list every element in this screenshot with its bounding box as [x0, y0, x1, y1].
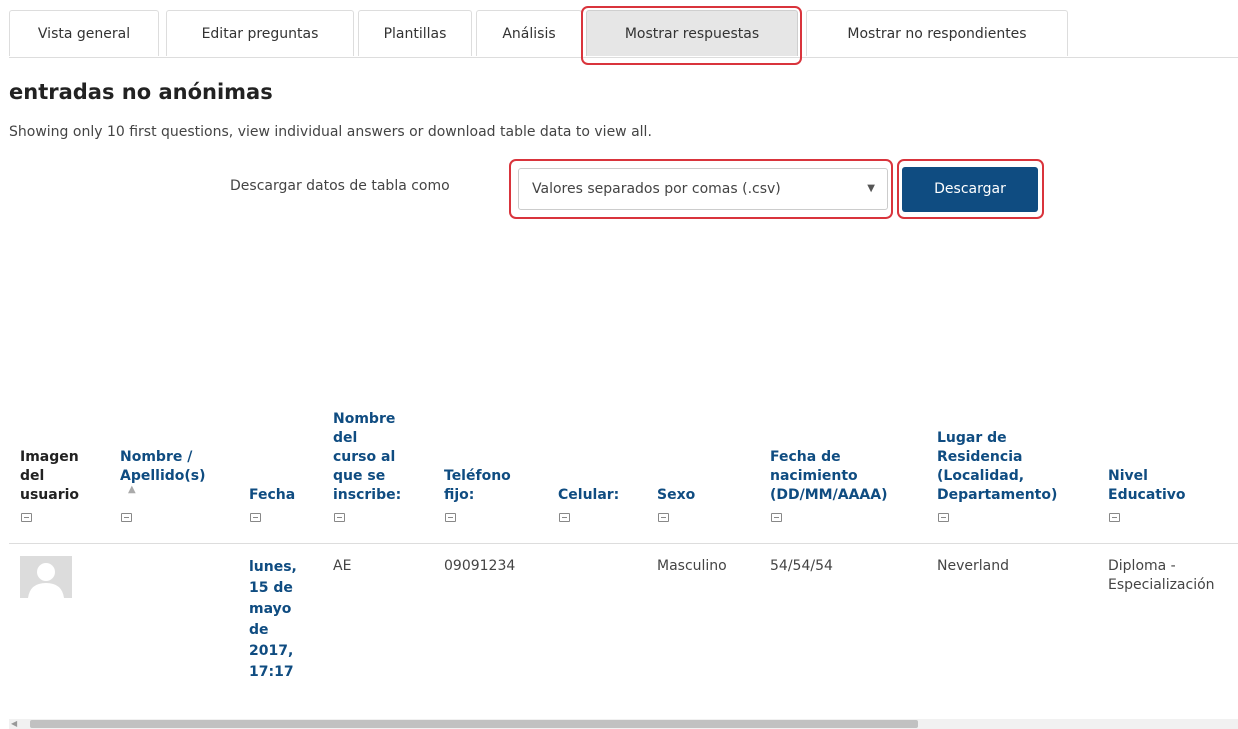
collapse-column-icon[interactable] [658, 513, 669, 522]
sort-asc-icon[interactable]: ▲ [128, 484, 136, 495]
column-header-line: del [333, 430, 358, 446]
format-select-value: Valores separados por comas (.csv) [532, 181, 781, 197]
cell-residencia: Neverland [937, 558, 1009, 574]
collapse-column-icon[interactable] [1109, 513, 1120, 522]
column-header-line: inscribe: [333, 487, 402, 503]
user-avatar [20, 556, 72, 598]
column-header-line: Nombre [333, 411, 396, 427]
column-header-line: Celular: [558, 487, 620, 503]
column-header-line: Lugar de [937, 430, 1007, 446]
collapse-column-icon[interactable] [21, 513, 32, 522]
collapse-column-icon[interactable] [250, 513, 261, 522]
scroll-left-icon[interactable]: ◀ [11, 719, 17, 728]
tab-mostrar-no-respondientes[interactable]: Mostrar no respondientes [806, 10, 1068, 56]
column-header-line: fijo: [444, 487, 475, 503]
column-header-line: Fecha [249, 487, 296, 503]
cell-sexo: Masculino [657, 558, 727, 574]
tab-bar: Vista general Editar preguntas Plantilla… [9, 10, 1238, 58]
column-header-line: Departamento) [937, 487, 1058, 503]
tab-plantillas[interactable]: Plantillas [358, 10, 472, 56]
column-header-line: Nombre / [120, 449, 193, 465]
page-title: entradas no anónimas [9, 80, 273, 104]
column-header-line: Educativo [1108, 487, 1186, 503]
column-header-line: que se [333, 468, 386, 484]
column-header-line: del [20, 468, 45, 484]
column-header-nacimiento[interactable]: Fecha de nacimiento (DD/MM/AAAA) [770, 448, 887, 505]
collapse-column-icon[interactable] [559, 513, 570, 522]
tab-editar-preguntas[interactable]: Editar preguntas [166, 10, 354, 56]
cell-curso: AE [333, 558, 352, 574]
cell-fecha[interactable]: lunes, 15 de mayo de 2017, 17:17 [249, 557, 297, 683]
column-header-line: Nivel [1108, 468, 1148, 484]
format-select[interactable]: Valores separados por comas (.csv) ▼ [518, 168, 888, 210]
column-header-celular[interactable]: Celular: [558, 486, 619, 505]
collapse-column-icon[interactable] [445, 513, 456, 522]
chevron-down-icon: ▼ [867, 183, 875, 194]
column-header-line: Sexo [657, 487, 696, 503]
column-header-line: Fecha de [770, 449, 841, 465]
cell-nacimiento: 54/54/54 [770, 558, 833, 574]
collapse-column-icon[interactable] [121, 513, 132, 522]
collapse-column-icon[interactable] [938, 513, 949, 522]
column-header-line: Teléfono [444, 468, 511, 484]
tab-mostrar-respuestas[interactable]: Mostrar respuestas [586, 10, 798, 56]
cell-telefono: 09091234 [444, 558, 516, 574]
column-header-line: nacimiento [770, 468, 858, 484]
tab-vista-general[interactable]: Vista general [9, 10, 159, 56]
column-header-fecha[interactable]: Fecha [249, 486, 295, 505]
tab-analisis[interactable]: Análisis [476, 10, 582, 56]
column-header-imagen: Imagen del usuario [20, 448, 79, 505]
column-header-line: curso al [333, 449, 396, 465]
column-header-nivel[interactable]: Nivel Educativo [1108, 467, 1186, 505]
table-header-divider [9, 543, 1238, 544]
column-header-line: (Localidad, [937, 468, 1025, 484]
column-header-sexo[interactable]: Sexo [657, 486, 695, 505]
collapse-column-icon[interactable] [771, 513, 782, 522]
column-header-residencia[interactable]: Lugar de Residencia (Localidad, Departament… [937, 429, 1057, 505]
download-button[interactable]: Descargar [902, 167, 1038, 212]
column-header-line: usuario [20, 487, 80, 503]
column-header-curso[interactable]: Nombre del curso al que se inscribe: [333, 410, 401, 505]
column-header-nombre[interactable]: Nombre / Apellido(s) [120, 448, 206, 486]
download-label: Descargar datos de tabla como [230, 178, 450, 194]
column-header-line: Residencia [937, 449, 1023, 465]
scrollbar-thumb[interactable] [30, 720, 918, 728]
cell-nivel: Diploma - Especialización [1108, 558, 1215, 593]
column-header-telefono[interactable]: Teléfono fijo: [444, 467, 511, 505]
info-note: Showing only 10 first questions, view in… [9, 124, 652, 140]
column-header-line: Imagen [20, 449, 79, 465]
column-header-line: (DD/MM/AAAA) [770, 487, 888, 503]
collapse-column-icon[interactable] [334, 513, 345, 522]
